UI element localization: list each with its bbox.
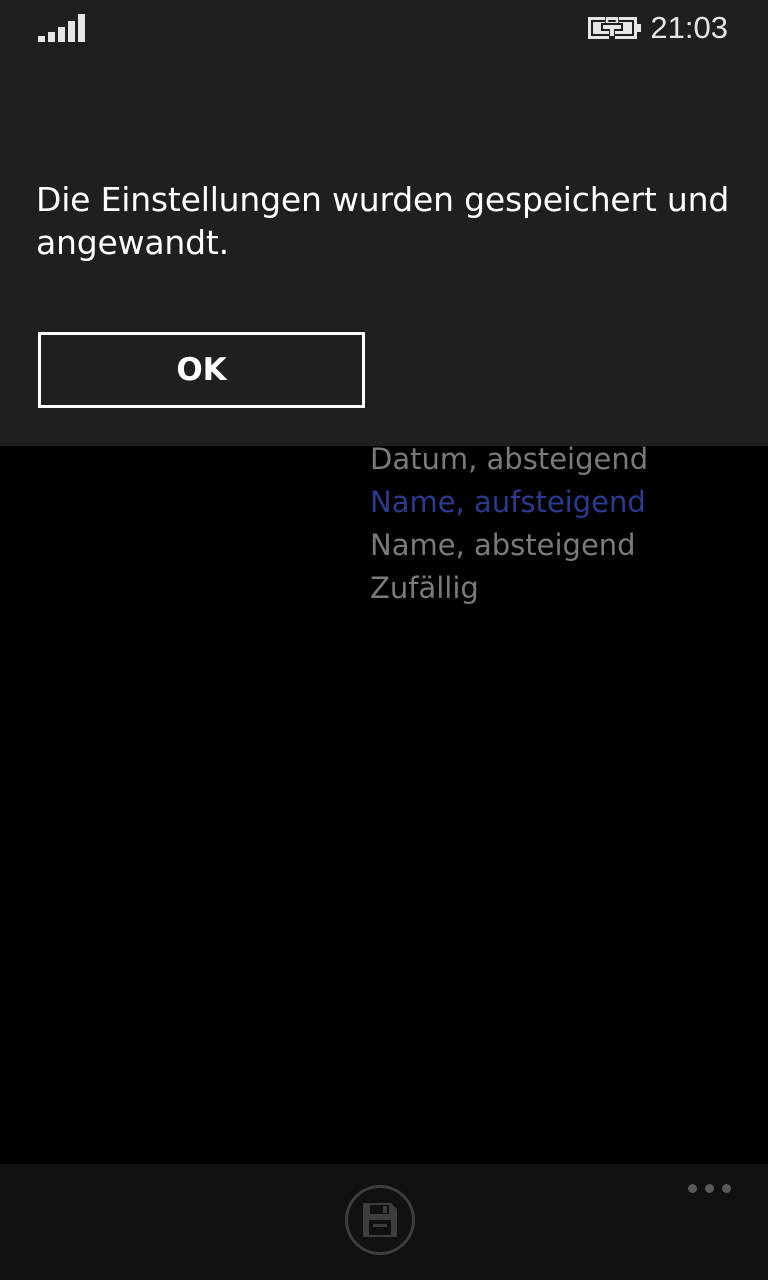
battery-charging-icon [588,16,641,39]
message-dialog: 21:03 Die Einstellungen wurden gespeiche… [0,0,768,446]
sort-options-list: Datum, absteigend Name, aufsteigend Name… [370,438,648,610]
sort-option-name-asc[interactable]: Name, aufsteigend [370,481,648,524]
sort-option-name-desc[interactable]: Name, absteigend [370,524,648,567]
signal-strength-icon [38,12,86,42]
save-icon [363,1203,397,1237]
clock: 21:03 [650,10,728,45]
ok-button[interactable]: OK [38,332,365,408]
more-ellipsis-icon[interactable] [686,1182,734,1196]
status-bar: 21:03 [0,0,768,56]
sort-option-random[interactable]: Zufällig [370,567,648,610]
save-button[interactable] [345,1185,415,1255]
sort-option-date-desc[interactable]: Datum, absteigend [370,438,648,481]
dialog-message: Die Einstellungen wurden gespeichert und… [36,180,730,262]
app-bar [0,1164,768,1280]
